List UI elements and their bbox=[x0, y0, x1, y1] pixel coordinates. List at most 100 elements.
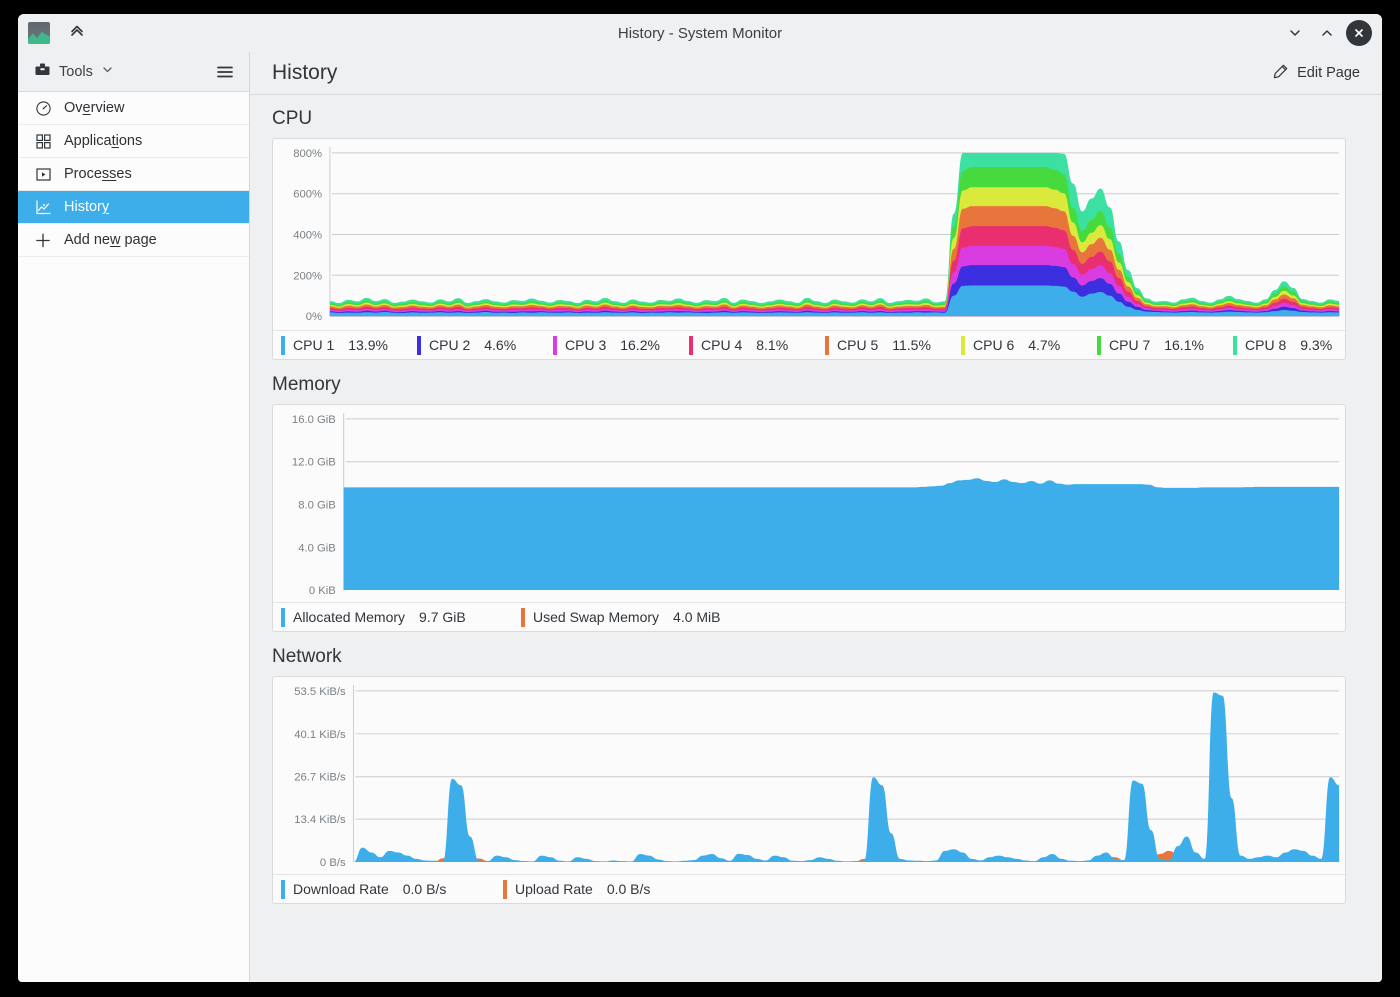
legend-entry[interactable]: Upload Rate 0.0 B/s bbox=[499, 880, 650, 899]
main-content: History Edit Page CPU 0% 200% 400% 600% 800%… bbox=[250, 52, 1382, 982]
legend-series-value: 11.5% bbox=[892, 337, 931, 353]
legend-series-name: CPU 7 bbox=[1109, 337, 1150, 353]
network-legend: Download Rate 0.0 B/s Upload Rate 0.0 B/s bbox=[273, 874, 1345, 903]
legend-series-name: CPU 3 bbox=[565, 337, 606, 353]
legend-series-name: CPU 1 bbox=[293, 337, 334, 353]
edit-page-button[interactable]: Edit Page bbox=[1266, 59, 1366, 88]
svg-text:12.0 GiB: 12.0 GiB bbox=[292, 457, 336, 469]
legend-series-value: 9.3% bbox=[1300, 337, 1332, 353]
grid-squares-icon bbox=[34, 132, 52, 150]
hamburger-menu-icon[interactable] bbox=[211, 58, 239, 86]
plus-icon bbox=[34, 231, 52, 249]
legend-series-value: 13.9% bbox=[348, 337, 388, 353]
cpu-plot-area: 0% 200% 400% 600% 800% bbox=[273, 139, 1345, 330]
legend-color-swatch bbox=[521, 608, 525, 627]
memory-chart-svg: 0 KiB 4.0 GiB 8.0 GiB 12.0 GiB 16.0 GiB bbox=[273, 405, 1345, 602]
legend-color-swatch bbox=[281, 880, 285, 899]
sidebar-item-add-new-page[interactable]: Add new page bbox=[18, 224, 249, 257]
sidebar-item-label: Overview bbox=[64, 100, 124, 116]
legend-entry[interactable]: CPU 7 16.1% bbox=[1093, 336, 1229, 355]
svg-text:800%: 800% bbox=[293, 148, 322, 160]
page-header: History Edit Page bbox=[250, 52, 1382, 95]
svg-text:13.4 KiB/s: 13.4 KiB/s bbox=[294, 814, 346, 826]
sidebar-item-history[interactable]: History bbox=[18, 191, 249, 224]
svg-text:26.7 KiB/s: 26.7 KiB/s bbox=[294, 772, 346, 784]
network-plot-area: 0 B/s 13.4 KiB/s 26.7 KiB/s 40.1 KiB/s 53.5 … bbox=[273, 677, 1345, 874]
svg-text:200%: 200% bbox=[293, 270, 322, 282]
network-section-title: Network bbox=[272, 646, 1346, 668]
legend-series-name: CPU 8 bbox=[1245, 337, 1286, 353]
system-monitor-icon bbox=[28, 22, 50, 44]
cpu-chart-svg: 0% 200% 400% 600% 800% bbox=[273, 139, 1345, 330]
svg-text:53.5 KiB/s: 53.5 KiB/s bbox=[294, 686, 346, 698]
minimize-button[interactable] bbox=[1282, 20, 1308, 46]
legend-entry[interactable]: Used Swap Memory4.0 MiB bbox=[517, 608, 721, 627]
legend-series-name: Download Rate bbox=[293, 881, 389, 897]
collapse-titlebar-icon[interactable] bbox=[64, 20, 90, 46]
maximize-button[interactable] bbox=[1314, 20, 1340, 46]
legend-color-swatch bbox=[281, 336, 285, 355]
sidebar-item-applications[interactable]: Applications bbox=[18, 125, 249, 158]
legend-entry[interactable]: CPU 48.1% bbox=[685, 336, 821, 355]
legend-entry[interactable]: CPU 24.6% bbox=[413, 336, 549, 355]
memory-plot-area: 0 KiB 4.0 GiB 8.0 GiB 12.0 GiB 16.0 GiB bbox=[273, 405, 1345, 602]
legend-series-name: CPU 2 bbox=[429, 337, 470, 353]
network-chart-card: 0 B/s 13.4 KiB/s 26.7 KiB/s 40.1 KiB/s 53.5 … bbox=[272, 676, 1346, 904]
memory-chart-card: 0 KiB 4.0 GiB 8.0 GiB 12.0 GiB 16.0 GiB Allo… bbox=[272, 404, 1346, 632]
legend-series-value: 0.0 B/s bbox=[607, 881, 651, 897]
window-title: History - System Monitor bbox=[18, 25, 1382, 42]
legend-entry[interactable]: CPU 1 13.9% bbox=[277, 336, 413, 355]
system-monitor-window: History - System Monitor Tools bbox=[18, 14, 1382, 982]
legend-entry[interactable]: Allocated Memory9.7 GiB bbox=[277, 608, 517, 627]
svg-text:0 KiB: 0 KiB bbox=[309, 585, 336, 597]
legend-color-swatch bbox=[281, 608, 285, 627]
legend-series-name: Upload Rate bbox=[515, 881, 593, 897]
legend-entry[interactable]: CPU 6 4.7% bbox=[957, 336, 1093, 355]
legend-entry[interactable]: CPU 8 9.3% bbox=[1229, 336, 1345, 355]
svg-text:600%: 600% bbox=[293, 189, 322, 201]
sidebar-item-label: Add new page bbox=[64, 232, 157, 248]
process-box-icon bbox=[34, 165, 52, 183]
close-button[interactable] bbox=[1346, 20, 1372, 46]
legend-color-swatch bbox=[417, 336, 421, 355]
svg-text:16.0 GiB: 16.0 GiB bbox=[292, 414, 336, 426]
legend-entry[interactable]: Download Rate 0.0 B/s bbox=[277, 880, 499, 899]
svg-text:0%: 0% bbox=[306, 311, 322, 323]
charts-container: CPU 0%200%400%600%800% CPU 113.9%CPU 24.… bbox=[250, 95, 1382, 982]
legend-series-name: CPU 6 bbox=[973, 337, 1014, 353]
sidebar-toolbar: Tools bbox=[18, 52, 249, 92]
legend-series-value: 16.1% bbox=[1164, 337, 1204, 353]
legend-color-swatch bbox=[553, 336, 557, 355]
pencil-icon bbox=[1272, 63, 1289, 84]
speedometer-icon bbox=[34, 99, 52, 117]
legend-color-swatch bbox=[689, 336, 693, 355]
legend-series-value: 4.7% bbox=[1028, 337, 1060, 353]
memory-legend: Allocated Memory9.7 GiBUsed Swap Memory4… bbox=[273, 602, 1345, 631]
svg-text:4.0 GiB: 4.0 GiB bbox=[298, 542, 336, 554]
sidebar-item-processes[interactable]: Processes bbox=[18, 158, 249, 191]
legend-series-name: Allocated Memory bbox=[293, 609, 405, 625]
svg-text:40.1 KiB/s: 40.1 KiB/s bbox=[294, 729, 346, 741]
toolbox-icon bbox=[34, 61, 51, 83]
legend-color-swatch bbox=[503, 880, 507, 899]
memory-section-title: Memory bbox=[272, 374, 1346, 396]
legend-series-name: CPU 5 bbox=[837, 337, 878, 353]
legend-color-swatch bbox=[1233, 336, 1237, 355]
tools-button[interactable]: Tools bbox=[28, 58, 120, 86]
svg-text:8.0 GiB: 8.0 GiB bbox=[298, 499, 336, 511]
legend-entry[interactable]: CPU 316.2% bbox=[549, 336, 685, 355]
svg-text:0 B/s: 0 B/s bbox=[320, 857, 346, 869]
sidebar-item-label: Processes bbox=[64, 166, 132, 182]
sidebar-item-label: Applications bbox=[64, 133, 142, 149]
cpu-section-title: CPU bbox=[272, 108, 1346, 130]
sidebar-item-overview[interactable]: Overview bbox=[18, 92, 249, 125]
chevron-down-icon bbox=[101, 63, 114, 81]
legend-entry[interactable]: CPU 5 11.5% bbox=[821, 336, 957, 355]
legend-color-swatch bbox=[961, 336, 965, 355]
svg-text:400%: 400% bbox=[293, 229, 322, 241]
legend-series-value: 8.1% bbox=[756, 337, 788, 353]
legend-series-value: 4.0 MiB bbox=[673, 609, 720, 625]
legend-color-swatch bbox=[825, 336, 829, 355]
sidebar-item-label: History bbox=[64, 199, 109, 215]
legend-series-value: 0.0 B/s bbox=[403, 881, 447, 897]
